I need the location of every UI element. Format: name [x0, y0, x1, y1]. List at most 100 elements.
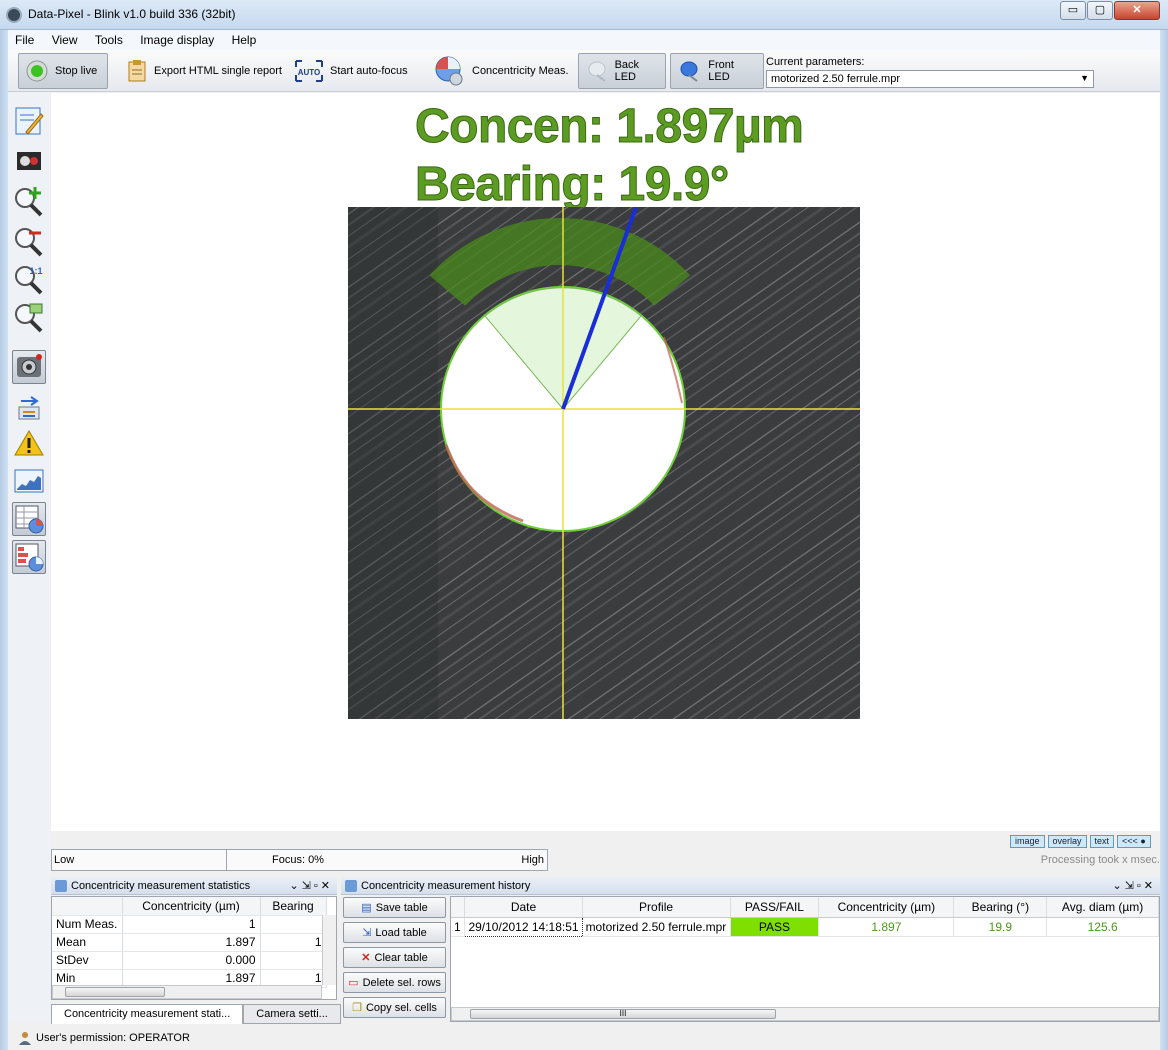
- concentricity-icon: [435, 56, 463, 86]
- clear-table-label: Clear table: [374, 951, 428, 964]
- load-icon: ⇲: [362, 927, 372, 939]
- stats-row-label: Num Meas.: [52, 915, 123, 934]
- view-overlay-button[interactable]: overlay: [1047, 835, 1087, 848]
- load-table-label: Load table: [375, 926, 427, 939]
- history-col-header[interactable]: Avg. diam (µm): [1046, 897, 1159, 918]
- close-button[interactable]: ✕: [1114, 1, 1160, 20]
- view-collapse-button[interactable]: <<< ●: [1117, 835, 1151, 848]
- edit-params-button[interactable]: [12, 104, 46, 138]
- history-col-header[interactable]: PASS/FAIL: [730, 897, 820, 918]
- panel-controls[interactable]: ⌄⇲▫✕: [289, 879, 333, 892]
- stats-vscrollbar[interactable]: [322, 915, 336, 985]
- camera-button[interactable]: [12, 350, 46, 384]
- stop-live-button[interactable]: Stop live: [18, 53, 108, 89]
- maximize-button[interactable]: ▢: [1087, 1, 1113, 20]
- zoom-fit-button[interactable]: [12, 300, 46, 334]
- view-image-button[interactable]: image: [1010, 835, 1045, 848]
- history-panel-title: Concentricity measurement history: [361, 879, 531, 892]
- pass-fail-cell[interactable]: PASS: [730, 917, 820, 937]
- history-col-header[interactable]: Bearing (°): [953, 897, 1048, 918]
- main-toolbar: Stop live Export HTML single report AUTO…: [8, 50, 1160, 92]
- led-off-icon: [588, 61, 606, 82]
- menu-image-display[interactable]: Image display: [133, 30, 221, 50]
- minimize-button[interactable]: ▭: [1060, 1, 1086, 20]
- stats-table[interactable]: Concentricity (µm) Bearing Num Meas. 1 M…: [51, 896, 337, 1000]
- front-led-label: Front LED: [708, 59, 734, 83]
- history-col-header: [451, 897, 466, 918]
- live-record-icon: [26, 60, 48, 82]
- stats-cell: [260, 951, 327, 970]
- user-permission: User's permission: OPERATOR: [36, 1032, 190, 1044]
- edit-settings-icon: [15, 107, 44, 135]
- concentricity-meas-button[interactable]: Concentricity Meas.: [428, 53, 575, 89]
- view-text-button[interactable]: text: [1089, 835, 1115, 848]
- zoom-out-button[interactable]: [12, 224, 46, 258]
- export-html-button[interactable]: Export HTML single report: [120, 53, 288, 89]
- auto-badge-text: AUTO: [298, 68, 321, 77]
- stats-panel-title: Concentricity measurement statistics: [71, 879, 251, 892]
- image-canvas[interactable]: Concen: 1.897µm Bearing: 19.9°: [51, 93, 1160, 831]
- back-led-button[interactable]: Back LED: [578, 53, 666, 89]
- date-cell[interactable]: 29/10/2012 14:18:51: [464, 916, 583, 937]
- panel-controls[interactable]: ⌄⇲▫✕: [1112, 879, 1156, 892]
- zoom-fit-icon: [15, 303, 43, 333]
- concentricity-overlay-text: Concen: 1.897µm: [414, 100, 804, 154]
- row-number: 1: [451, 917, 466, 937]
- table-row[interactable]: Mean 1.897 1: [52, 933, 327, 952]
- menu-view[interactable]: View: [45, 30, 85, 50]
- concentricity-cell[interactable]: 1.897: [818, 917, 955, 937]
- profile-cell[interactable]: motorized 2.50 ferrule.mpr: [582, 917, 731, 937]
- copy-cells-button[interactable]: ❐ Copy sel. cells: [343, 997, 446, 1018]
- stats-row-label: Mean: [52, 933, 123, 952]
- save-table-label: Save table: [375, 901, 428, 914]
- history-col-header[interactable]: Profile: [582, 897, 731, 918]
- history-hscrollbar[interactable]: III: [451, 1007, 1159, 1021]
- svg-text:1:1: 1:1: [29, 266, 42, 276]
- history-table-button[interactable]: [12, 540, 46, 574]
- delete-rows-button[interactable]: ▭ Delete sel. rows: [343, 972, 446, 993]
- front-led-button[interactable]: Front LED: [670, 53, 764, 89]
- tab-concentricity-stats[interactable]: Concentricity measurement stati...: [51, 1004, 244, 1024]
- focus-high-label: High: [521, 854, 544, 866]
- history-col-header[interactable]: Date: [464, 897, 583, 918]
- stats-hscrollbar[interactable]: [52, 985, 322, 999]
- stats-cell: [260, 915, 327, 934]
- camera-view-button[interactable]: [12, 144, 46, 178]
- table-row[interactable]: 1 29/10/2012 14:18:51 motorized 2.50 fer…: [451, 916, 1159, 937]
- history-table[interactable]: Date Profile PASS/FAIL Concentricity (µm…: [450, 896, 1160, 1022]
- warning-button[interactable]: [12, 426, 46, 460]
- stats-cell: 0.000: [122, 951, 261, 970]
- processing-time: Processing took x msec.: [1040, 854, 1160, 866]
- params-select[interactable]: motorized 2.50 ferrule.mpr ▼: [766, 70, 1094, 88]
- table-row[interactable]: StDev 0.000: [52, 951, 327, 970]
- app-logo-icon: [6, 7, 22, 23]
- stats-table-button[interactable]: [12, 502, 46, 536]
- stats-panel-icon: [55, 879, 67, 892]
- menu-tools[interactable]: Tools: [88, 30, 130, 50]
- focus-bar: Low Focus: 0% High: [51, 849, 548, 871]
- tab-camera-settings[interactable]: Camera setti...: [243, 1004, 341, 1024]
- history-panel-icon: [345, 879, 357, 892]
- history-col-header[interactable]: Concentricity (µm): [818, 897, 955, 918]
- menu-help[interactable]: Help: [225, 30, 264, 50]
- settings-list-button[interactable]: [12, 390, 46, 424]
- stats-panel-header: Concentricity measurement statistics ⌄⇲▫…: [51, 877, 337, 895]
- clear-table-button[interactable]: ✕ Clear table: [343, 947, 446, 968]
- zoom-actual-button[interactable]: 1:1: [12, 262, 46, 296]
- stop-live-label: Stop live: [55, 65, 98, 77]
- histogram-button[interactable]: [12, 464, 46, 498]
- autofocus-button[interactable]: AUTO Start auto-focus: [288, 53, 414, 89]
- stats-col-header: Bearing: [260, 897, 327, 916]
- led-on-icon: [680, 61, 698, 82]
- zoom-in-button[interactable]: [12, 184, 46, 218]
- scroll-thumb[interactable]: [65, 987, 165, 997]
- table-row[interactable]: Num Meas. 1: [52, 915, 327, 934]
- stats-cell: 1: [122, 915, 261, 934]
- scroll-thumb[interactable]: III: [470, 1009, 776, 1019]
- clear-icon: ✕: [361, 952, 371, 964]
- save-table-button[interactable]: ▤ Save table: [343, 897, 446, 918]
- bearing-cell[interactable]: 19.9: [953, 917, 1048, 937]
- avg-diam-cell[interactable]: 125.6: [1046, 917, 1159, 937]
- menu-file[interactable]: File: [8, 30, 41, 50]
- load-table-button[interactable]: ⇲ Load table: [343, 922, 446, 943]
